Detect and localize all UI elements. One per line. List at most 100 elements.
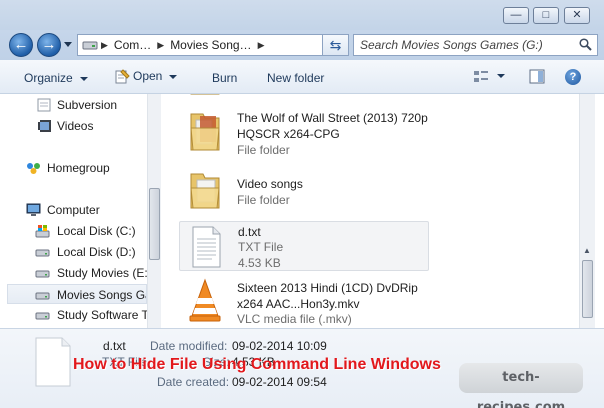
nav-item-local-disk-c[interactable]: Local Disk (C:)	[0, 221, 147, 241]
recent-pages-dropdown[interactable]	[64, 42, 72, 47]
windows-drive-icon	[35, 225, 50, 238]
drive-icon	[82, 41, 98, 50]
text-file-icon	[192, 226, 221, 268]
nav-item-subversion[interactable]: Subversion	[0, 95, 147, 115]
search-placeholder: Search Movies Songs Games (G:)	[360, 38, 543, 52]
folder-icon	[190, 173, 220, 209]
file-list-scrollbar[interactable]: ▲	[579, 94, 595, 328]
maximize-button[interactable]: □	[533, 7, 559, 24]
nav-item-label: Computer	[47, 203, 100, 217]
open-with-icon	[115, 69, 130, 84]
breadcrumb-separator-icon: ▶	[101, 39, 108, 50]
nav-item-label: Local Disk (D:)	[57, 245, 136, 259]
new-folder-button[interactable]: New folder	[267, 71, 324, 85]
file-name: The Wolf of Wall Street (2013) 720p	[237, 111, 428, 125]
help-icon: ?	[569, 71, 577, 83]
file-type: VLC media file (.mkv)	[237, 312, 352, 326]
homegroup-icon	[27, 163, 40, 174]
minimize-button[interactable]: —	[503, 7, 529, 24]
drive-icon	[35, 270, 50, 278]
computer-icon	[26, 203, 41, 216]
drive-icon	[35, 312, 50, 320]
close-button[interactable]: ✕	[564, 7, 590, 24]
folder-icon	[37, 98, 51, 112]
open-label: Open	[133, 69, 163, 83]
drive-icon	[35, 292, 50, 300]
nav-item-label: Study Movies (E:)	[57, 266, 147, 280]
list-item[interactable]: Sixteen 2013 Hindi (1CD) DvDRip x264 AAC…	[179, 278, 429, 328]
title-bar: — □ ✕	[0, 0, 604, 30]
view-options-icon	[474, 71, 488, 82]
videos-library-icon	[38, 120, 51, 132]
folder-icon	[190, 94, 220, 95]
file-type: File folder	[237, 143, 290, 157]
list-item[interactable]: Video songs File folder	[179, 168, 429, 212]
chevron-down-icon	[169, 74, 178, 79]
back-button[interactable]: ←	[9, 33, 33, 57]
breadcrumb-separator-icon[interactable]: ▶	[255, 40, 268, 51]
chevron-down-icon[interactable]	[497, 74, 505, 78]
search-icon	[579, 38, 592, 51]
nav-item-computer[interactable]: Computer	[0, 200, 147, 220]
nav-item-label: Subversion	[57, 98, 118, 112]
help-button[interactable]: ?	[565, 69, 581, 85]
date-modified-label: Date modified:	[150, 339, 228, 353]
file-name: Video songs	[237, 177, 303, 191]
date-created-label: Date created:	[157, 375, 230, 389]
date-modified-value: 09-02-2014 10:09	[232, 339, 327, 353]
organize-menu[interactable]: Organize	[24, 71, 88, 85]
nav-item-label: Videos	[57, 119, 94, 133]
drive-icon	[35, 249, 50, 257]
folder-icon	[190, 113, 220, 151]
date-created-value: 09-02-2014 09:54	[232, 375, 327, 389]
breadcrumb-drive[interactable]: Movies Song…	[167, 38, 254, 52]
text-file-icon	[35, 337, 71, 387]
navigation-pane: Subversion Videos Homegroup Computer Loc…	[0, 94, 161, 328]
file-type: File folder	[237, 193, 290, 207]
breadcrumb-computer[interactable]: Com…	[111, 38, 154, 52]
scroll-up-icon[interactable]: ▲	[583, 246, 591, 255]
file-type: TXT File	[238, 240, 284, 254]
change-view-button[interactable]	[473, 69, 489, 87]
file-name-continued: x264 AAC...Hon3y.mkv	[237, 297, 360, 311]
details-file-name: d.txt	[103, 339, 126, 353]
scrollbar-thumb[interactable]	[582, 260, 593, 318]
navigation-scrollbar[interactable]	[147, 94, 161, 328]
nav-item-label: Homegroup	[47, 161, 110, 175]
list-item[interactable]: d.txt TXT File 4.53 KB	[179, 221, 429, 271]
command-bar: Organize Open Burn New folder ?	[0, 60, 604, 94]
breadcrumb-separator-icon[interactable]: ▶	[154, 40, 167, 51]
nav-item-study-movies[interactable]: Study Movies (E:)	[0, 263, 147, 283]
nav-item-study-software[interactable]: Study Software T	[0, 305, 147, 325]
nav-item-videos[interactable]: Videos	[0, 116, 147, 136]
address-row: ← → ▶ Com… ▶ Movies Song… ▶ ▼ ⇆ Search M…	[0, 30, 604, 60]
preview-pane-button[interactable]	[529, 69, 545, 87]
file-name: Sixteen 2013 Hindi (1CD) DvDRip	[237, 281, 418, 295]
nav-item-movies-songs-games[interactable]: Movies Songs Games (G:)	[7, 284, 147, 304]
site-watermark: tech-recipes.com	[459, 363, 583, 408]
burn-button[interactable]: Burn	[212, 71, 237, 85]
nav-item-label: Movies Songs Games (G:)	[57, 288, 146, 302]
address-bar[interactable]: ▶ Com… ▶ Movies Song… ▶ ▼	[77, 34, 349, 56]
nav-item-homegroup[interactable]: Homegroup	[0, 158, 147, 178]
open-menu[interactable]: Open	[114, 69, 178, 84]
back-arrow-icon: ←	[13, 36, 29, 53]
vlc-icon	[189, 278, 221, 322]
preview-pane-icon	[529, 69, 545, 84]
refresh-button[interactable]: ⇆	[322, 34, 349, 56]
forward-arrow-icon: →	[41, 36, 57, 53]
file-name: d.txt	[238, 225, 261, 239]
file-size: 4.53 KB	[238, 256, 281, 270]
nav-item-label: Study Software T	[57, 308, 147, 322]
search-input[interactable]: Search Movies Songs Games (G:)	[353, 34, 598, 56]
forward-button[interactable]: →	[37, 33, 61, 57]
chevron-down-icon	[79, 76, 88, 81]
tutorial-title-overlay: How to Hide File Using Command Line Wind…	[73, 356, 441, 373]
nav-item-label: Local Disk (C:)	[57, 224, 136, 238]
refresh-icon: ⇆	[329, 37, 342, 53]
scrollbar-thumb[interactable]	[149, 188, 160, 260]
list-item[interactable]: The Wolf of Wall Street (2013) 720p HQSC…	[179, 110, 429, 160]
nav-item-local-disk-d[interactable]: Local Disk (D:)	[0, 242, 147, 262]
organize-label: Organize	[24, 71, 73, 85]
file-name-continued: HQSCR x264-CPG	[237, 127, 340, 141]
